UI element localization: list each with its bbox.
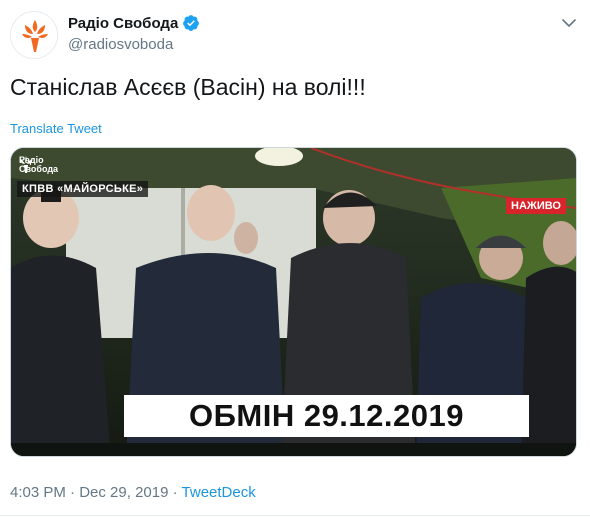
author-avatar[interactable]: [10, 11, 58, 59]
author-display-name[interactable]: Радіо Свобода: [68, 15, 178, 32]
translate-tweet-link[interactable]: Translate Tweet: [10, 121, 102, 136]
video-location-label: КПВВ «МАЙОРСЬКЕ»: [17, 181, 149, 197]
tweet-source-link[interactable]: TweetDeck: [182, 484, 256, 501]
torch-watermark-icon: [20, 156, 32, 173]
tweet-media-video-frame[interactable]: Радіо Свобода КПВВ «МАЙОРСЬКЕ» НАЖИВО ОБ…: [10, 147, 577, 457]
radio-svoboda-torch-logo-icon: [11, 12, 57, 58]
video-caption: ОБМІН 29.12.2019: [124, 395, 529, 437]
author-name-row[interactable]: Радіо Свобода: [68, 14, 200, 32]
bottom-divider: [0, 515, 590, 516]
chevron-down-icon[interactable]: [560, 14, 578, 32]
tweet-card: Радіо Свобода @radiosvoboda Станіслав Ас…: [0, 0, 590, 517]
meta-separator: ·: [172, 484, 178, 501]
tweet-text: Станіслав Асєєв (Васін) на волі!!!: [10, 74, 366, 100]
live-badge: НАЖИВО: [506, 198, 566, 214]
video-watermark-logo: Радіо Свобода: [19, 156, 58, 174]
meta-separator: ·: [70, 484, 76, 501]
author-handle[interactable]: @radiosvoboda: [68, 36, 173, 53]
tweet-date[interactable]: Dec 29, 2019: [79, 484, 168, 501]
tweet-time[interactable]: 4:03 PM: [10, 484, 66, 501]
tweet-meta: 4:03 PM · Dec 29, 2019 · TweetDeck: [10, 484, 256, 501]
verified-badge-icon: [183, 15, 200, 31]
